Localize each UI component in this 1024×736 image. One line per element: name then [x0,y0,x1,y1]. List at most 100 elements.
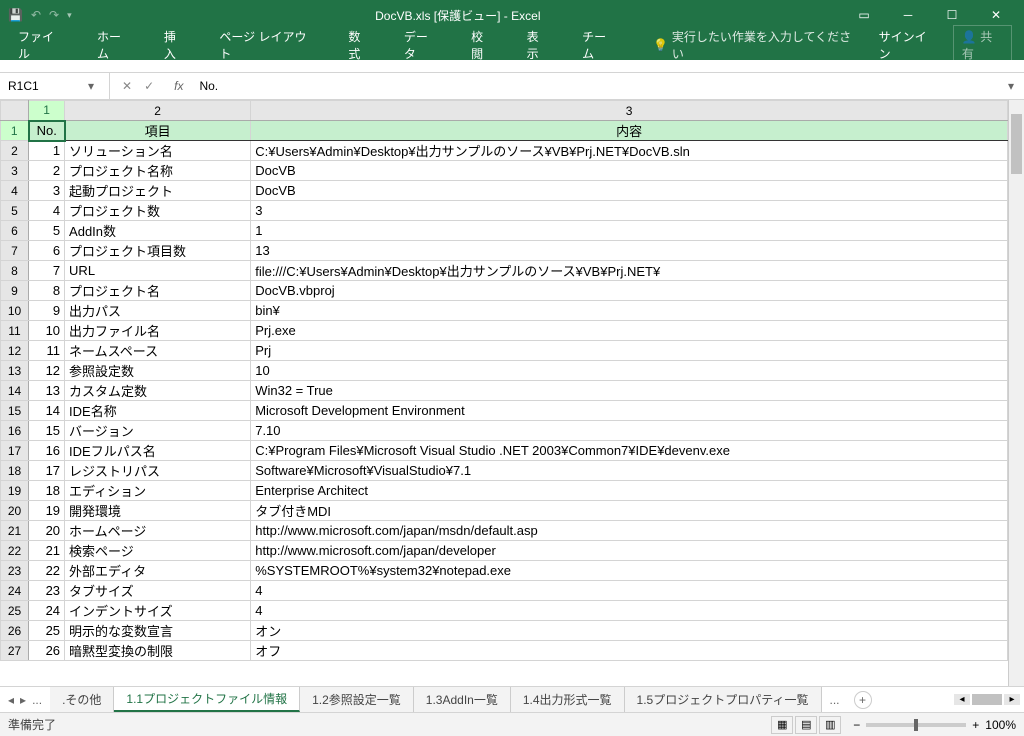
sheet-tab[interactable]: .その他 [50,687,114,712]
sheet-tab[interactable]: 1.2参照設定一覧 [300,687,414,712]
zoom-in-button[interactable]: + [972,718,979,732]
cell[interactable]: 7.10 [251,421,1008,441]
cell[interactable]: 内容 [251,121,1008,141]
cell[interactable]: ソリューション名 [65,141,251,161]
row-header[interactable]: 14 [1,381,29,401]
cell[interactable]: 4 [251,601,1008,621]
cell[interactable]: 23 [29,581,65,601]
row-header[interactable]: 25 [1,601,29,621]
row-header[interactable]: 12 [1,341,29,361]
vertical-scrollbar[interactable] [1008,100,1024,686]
scrollbar-thumb[interactable] [1011,114,1022,174]
cell[interactable]: 10 [251,361,1008,381]
cell[interactable]: 出力ファイル名 [65,321,251,341]
cell[interactable]: インデントサイズ [65,601,251,621]
cell[interactable]: 1 [29,141,65,161]
row-header[interactable]: 3 [1,161,29,181]
row-header[interactable]: 18 [1,461,29,481]
hscroll-right-icon[interactable]: ▸ [1004,694,1020,705]
cell[interactable]: DocVB.vbproj [251,281,1008,301]
redo-icon[interactable]: ↷ [49,8,59,22]
cell[interactable]: 6 [29,241,65,261]
select-all-corner[interactable] [1,101,29,121]
tell-me-search[interactable]: 💡 実行したい作業を入力してください [653,28,859,62]
cell[interactable]: 明示的な変数宣言 [65,621,251,641]
cell[interactable]: Software¥Microsoft¥VisualStudio¥7.1 [251,461,1008,481]
cell[interactable]: 5 [29,221,65,241]
cell[interactable]: AddIn数 [65,221,251,241]
view-normal-icon[interactable]: ▦ [771,716,793,734]
close-icon[interactable]: ✕ [976,8,1016,22]
cell[interactable]: http://www.microsoft.com/japan/developer [251,541,1008,561]
cell[interactable]: エディション [65,481,251,501]
row-header[interactable]: 20 [1,501,29,521]
cell[interactable]: 15 [29,421,65,441]
cell[interactable]: 項目 [65,121,251,141]
sheet-tab[interactable]: 1.1プロジェクトファイル情報 [114,687,300,712]
row-header[interactable]: 10 [1,301,29,321]
cell[interactable]: 7 [29,261,65,281]
cell[interactable]: 検索ページ [65,541,251,561]
view-pagelayout-icon[interactable]: ▤ [795,716,817,734]
cell[interactable]: C:¥Program Files¥Microsoft Visual Studio… [251,441,1008,461]
row-header[interactable]: 8 [1,261,29,281]
row-header[interactable]: 13 [1,361,29,381]
name-box-dropdown-icon[interactable]: ▾ [88,79,94,93]
cell[interactable]: 20 [29,521,65,541]
hscroll-left-icon[interactable]: ◂ [954,694,970,705]
cell[interactable]: 11 [29,341,65,361]
cell[interactable]: オン [251,621,1008,641]
cell[interactable]: 1 [251,221,1008,241]
cell[interactable]: オフ [251,641,1008,661]
cell[interactable]: Microsoft Development Environment [251,401,1008,421]
zoom-out-button[interactable]: − [853,718,860,732]
cell[interactable]: 開発環境 [65,501,251,521]
minimize-icon[interactable]: ─ [888,8,928,22]
cell[interactable]: 外部エディタ [65,561,251,581]
cell[interactable]: プロジェクト数 [65,201,251,221]
cell[interactable]: Enterprise Architect [251,481,1008,501]
row-header[interactable]: 16 [1,421,29,441]
formula-input[interactable] [191,79,998,93]
row-header[interactable]: 2 [1,141,29,161]
ribbon-options-icon[interactable]: ▭ [844,8,884,22]
view-pagebreak-icon[interactable]: ▥ [819,716,841,734]
name-box[interactable]: ▾ [0,73,110,99]
cell[interactable]: DocVB [251,181,1008,201]
qat-dropdown-icon[interactable]: ▾ [67,10,72,21]
cell[interactable]: 14 [29,401,65,421]
cell[interactable]: プロジェクト名 [65,281,251,301]
name-box-input[interactable] [8,79,88,93]
worksheet-grid[interactable]: 1 2 3 1No.項目内容21ソリューション名C:¥Users¥Admin¥D… [0,100,1008,661]
share-button[interactable]: 👤 共有 [953,25,1012,65]
sheet-nav-more[interactable]: ... [32,693,42,707]
row-header[interactable]: 1 [1,121,29,141]
column-header[interactable]: 2 [65,101,251,121]
undo-icon[interactable]: ↶ [31,8,41,22]
row-header[interactable]: 15 [1,401,29,421]
cell[interactable]: 10 [29,321,65,341]
sheet-tabs-more[interactable]: ... [822,693,848,707]
row-header[interactable]: 23 [1,561,29,581]
column-header[interactable]: 3 [251,101,1008,121]
sheet-tab[interactable]: 1.3AddIn一覧 [414,687,511,712]
cell[interactable]: タブ付きMDI [251,501,1008,521]
cell[interactable]: 12 [29,361,65,381]
cell[interactable]: 3 [29,181,65,201]
row-header[interactable]: 22 [1,541,29,561]
enter-formula-icon[interactable]: ✓ [144,79,154,93]
cancel-formula-icon[interactable]: ✕ [122,79,132,93]
cell[interactable]: バージョン [65,421,251,441]
row-header[interactable]: 27 [1,641,29,661]
row-header[interactable]: 6 [1,221,29,241]
sheet-nav-next-icon[interactable]: ▸ [20,693,26,707]
hscroll-thumb[interactable] [972,694,1002,705]
cell[interactable]: 18 [29,481,65,501]
cell[interactable]: カスタム定数 [65,381,251,401]
cell[interactable]: 19 [29,501,65,521]
maximize-icon[interactable]: ☐ [932,8,972,22]
cell[interactable]: 暗黙型変換の制限 [65,641,251,661]
row-header[interactable]: 7 [1,241,29,261]
sheet-nav-first-icon[interactable]: ◂ [8,693,14,707]
cell[interactable]: 24 [29,601,65,621]
